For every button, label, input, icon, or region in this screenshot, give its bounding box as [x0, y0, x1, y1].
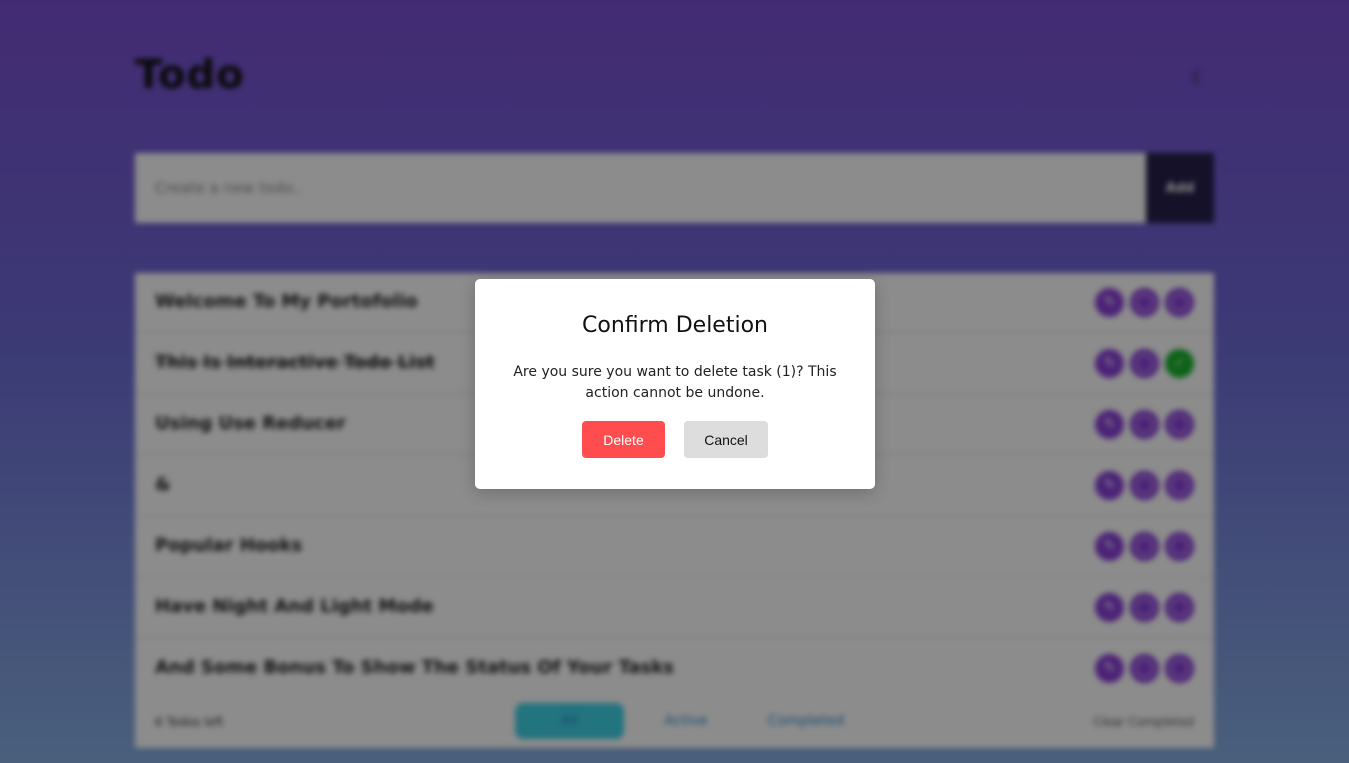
- dialog-buttons: Delete Cancel: [475, 421, 875, 458]
- cancel-button[interactable]: Cancel: [684, 421, 768, 458]
- delete-button[interactable]: Delete: [582, 421, 665, 458]
- dialog-title: Confirm Deletion: [582, 313, 768, 338]
- dialog-message: Are you sure you want to delete task (1)…: [513, 364, 837, 401]
- todo-app: Todo ☾ Add Welcome To My Portofolio ✎ Th…: [0, 0, 1349, 763]
- confirm-dialog: Confirm Deletion Are you sure you want t…: [475, 279, 875, 489]
